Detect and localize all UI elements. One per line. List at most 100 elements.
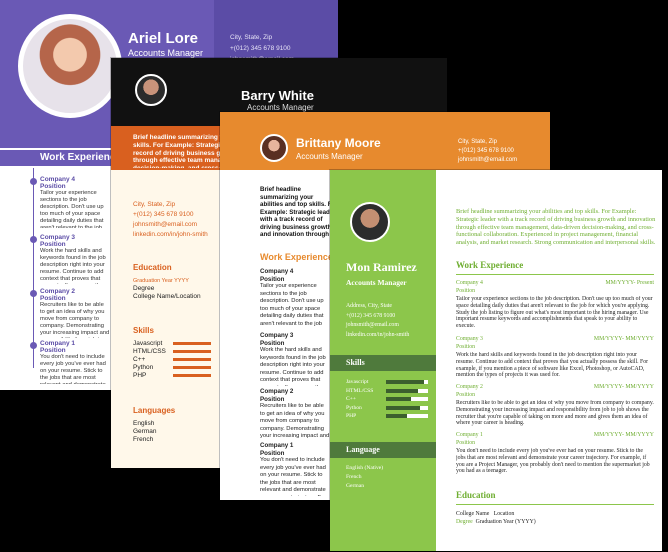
job-description: Work the hard skills and keywords found …: [456, 352, 649, 379]
candidate-role: Accounts Manager: [247, 103, 314, 112]
section-title: Work Experience: [260, 252, 333, 262]
profile-photo: [350, 202, 390, 242]
profile-photo: [260, 134, 288, 162]
job-header: Company 3 MM/YYYY- MM/YYYY: [456, 336, 654, 342]
timeline-dot: [30, 342, 37, 349]
skill-bar: [173, 342, 211, 345]
contact-email: johnsmith@email.com: [346, 322, 399, 328]
job-company: Company 3: [260, 332, 294, 339]
skill-level-bar: [386, 414, 428, 418]
job-company: Company 4: [456, 280, 483, 286]
divider: [456, 504, 654, 505]
language-item: German: [346, 483, 365, 489]
job-entry: Company 4 Position Tailor your experienc…: [260, 268, 330, 328]
job-description: Recruiters like to be able to get an ide…: [260, 403, 330, 439]
job-position: Position: [40, 183, 66, 190]
contact-info: City, State, Zip +(012) 345 678 9100 joh…: [458, 138, 517, 165]
job-position: Position: [260, 275, 285, 283]
contact-phone: +(012) 345 678 9100: [346, 312, 396, 319]
skill-level-bar: [386, 380, 428, 384]
job-position: Position: [40, 347, 66, 354]
job-company: Company 4: [40, 176, 76, 183]
skill-item: PHP: [346, 413, 357, 419]
skill-bar: [173, 366, 211, 369]
skill-bar: [173, 358, 211, 361]
college-location: College Name/Location: [133, 293, 201, 300]
skill-item: PHP: [133, 372, 147, 379]
languages-list: English (Native) French German: [346, 464, 383, 491]
candidate-role: Accounts Manager: [296, 152, 363, 161]
job-company: Company 3: [456, 336, 483, 342]
job-dates: MM/YYYY- MM/YYYY: [593, 432, 654, 438]
skill-item: Python: [346, 404, 362, 411]
timeline-dot: [30, 290, 37, 297]
contact-address: City, State, Zip: [230, 34, 273, 41]
job-company: Company 4: [260, 268, 294, 275]
job-entry: Company 2 Position Recruiters like to be…: [260, 388, 330, 440]
job-description: Recruiters like to be able to get an ide…: [456, 400, 654, 427]
candidate-role: Accounts Manager: [128, 48, 204, 58]
languages-heading: Languages: [133, 406, 176, 415]
grad-year: Graduation Year (YYYY): [475, 519, 536, 525]
job-entry: Company 1 Position You don't need to inc…: [40, 340, 110, 384]
contact-email: johnsmith@email.com: [133, 221, 198, 228]
contact-phone: +(012) 345 678 9100: [133, 211, 194, 218]
headline-summary: Brief headline summarizing your abilitie…: [456, 208, 656, 247]
college-name: College Name: [456, 511, 490, 517]
job-company: Company 3: [40, 234, 76, 241]
skills-heading: Skills: [346, 358, 365, 367]
contact-email: johnsmith@email.com: [458, 157, 518, 163]
main-column: Brief headline summarizing your abilitie…: [436, 170, 662, 551]
skill-item: C++: [346, 396, 357, 402]
skill-item: Javascript: [346, 379, 369, 385]
job-dates: MM/YYYY- MM/YYYY: [593, 384, 654, 390]
headline-summary: Brief headline summarizing your abilitie…: [260, 186, 338, 238]
job-header: Company 4 MM/YYYY- Present: [456, 280, 654, 286]
contact-info: Address, City, State +(012) 345 678 9100…: [346, 302, 409, 340]
job-description: Work the hard skills and keywords found …: [40, 248, 106, 284]
candidate-name: Brittany Moore: [296, 136, 381, 150]
job-position: Position: [456, 440, 476, 446]
job-description: Work the hard skills and keywords found …: [260, 347, 326, 386]
job-position: Position: [456, 344, 476, 350]
timeline-dot: [30, 178, 37, 185]
job-description: You don't need to include every job you'…: [260, 457, 326, 496]
job-description: Tailor your experience sections to the j…: [260, 283, 324, 327]
job-entry: Company 3 Position Work the hard skills …: [260, 332, 330, 386]
job-description: Recruiters like to be able to get an ide…: [40, 302, 110, 338]
language-item: French: [346, 474, 362, 480]
contact-linkedin: linkedin.com/in/john-smith: [346, 331, 410, 338]
languages-list: English German French: [133, 420, 156, 444]
education-heading: Education: [133, 263, 172, 272]
job-header: Company 2 MM/YYYY- MM/YYYY: [456, 384, 654, 390]
job-entry: Company 2 Position Recruiters like to be…: [40, 288, 110, 338]
job-entry: Company 3 Position Work the hard skills …: [40, 234, 110, 284]
job-position: Position: [260, 449, 285, 457]
contact-address: Address, City, State: [346, 303, 392, 309]
job-entry: Company 1 Position You don't need to inc…: [260, 442, 330, 496]
contact-phone: +(012) 345 678 9100: [458, 148, 514, 154]
job-position: Position: [456, 392, 476, 398]
job-position: Position: [40, 295, 66, 302]
education-details: College Name Location Degree Graduation …: [456, 510, 536, 526]
language-item: German: [133, 428, 157, 435]
job-description: Tailor your experience sections to the j…: [40, 190, 104, 228]
skill-item: Javascript: [133, 340, 163, 347]
skill-level-bar: [386, 397, 428, 401]
job-header: Company 1 MM/YYYY- MM/YYYY: [456, 432, 654, 438]
contact-address: City, State, Zip: [133, 201, 176, 208]
candidate-name: Mon Ramirez: [346, 260, 417, 274]
job-entry: Company 4 Position Tailor your experienc…: [40, 176, 110, 228]
job-company: Company 2: [40, 288, 76, 295]
college-location: Location: [493, 511, 515, 517]
skill-item: C++: [133, 356, 146, 363]
section-title: Work Experience: [40, 152, 121, 163]
job-dates: MM/YYYY- Present: [605, 280, 654, 286]
job-position: Position: [456, 288, 476, 294]
language-heading: Language: [346, 445, 380, 454]
job-description: You don't need to include every job you'…: [456, 448, 650, 475]
candidate-name: Barry White: [241, 88, 314, 103]
skill-item: Python: [133, 364, 154, 371]
education-details: Graduation Year YYYY Degree College Name…: [133, 277, 201, 301]
job-position: Position: [260, 395, 285, 403]
